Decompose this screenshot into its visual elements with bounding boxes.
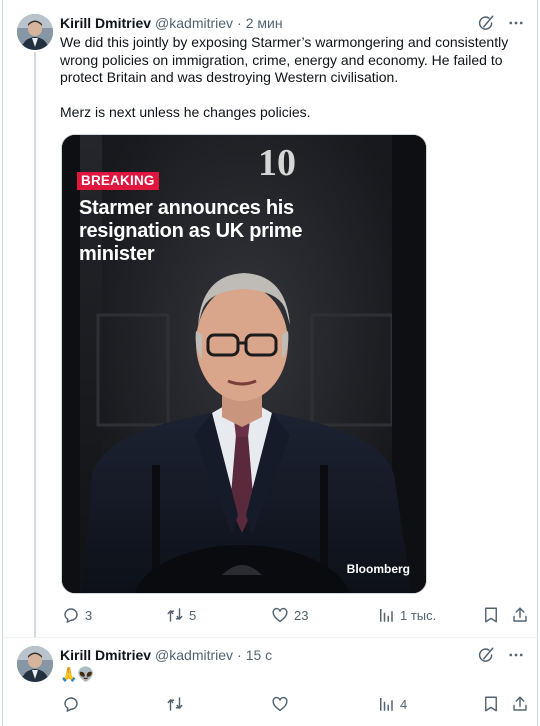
- source-brand: Bloomberg: [346, 562, 410, 576]
- more-icon[interactable]: [507, 646, 525, 664]
- tweet-image[interactable]: 10 BREAKING Starmer announces his resign…: [61, 134, 427, 594]
- timestamp[interactable]: 15 с: [246, 647, 272, 663]
- tweet-paragraph: Merz is next unless he changes policies.: [60, 103, 311, 120]
- like-button[interactable]: [271, 694, 294, 714]
- breaking-badge: BREAKING: [77, 172, 159, 190]
- share-button[interactable]: [511, 605, 529, 625]
- share-icon: [511, 606, 529, 624]
- bookmark-button[interactable]: [482, 694, 500, 714]
- tweet[interactable]: Kirill Dmitriev @kadmitriev · 2 мин We d…: [3, 0, 537, 637]
- views-count: 1 тыс.: [400, 607, 437, 623]
- views-count: 4: [400, 696, 408, 712]
- repost-count: 5: [189, 607, 197, 623]
- tweet-paragraph: We did this jointly by exposing Starmer’…: [60, 34, 509, 85]
- tweet-actions: 3 5 23 1 тыс.: [60, 605, 528, 625]
- thread-line: [34, 52, 36, 637]
- bookmark-button[interactable]: [482, 605, 500, 625]
- avatar[interactable]: [17, 14, 53, 50]
- reply-button[interactable]: [62, 694, 85, 714]
- tweet-header: Kirill Dmitriev @kadmitriev · 2 мин: [60, 14, 525, 32]
- tweet[interactable]: Kirill Dmitriev @kadmitriev · 15 с 🙏👽 4: [3, 638, 537, 726]
- tweet-text: We did this jointly by exposing Starmer’…: [60, 34, 520, 121]
- separator: ·: [237, 647, 242, 663]
- door-number: 10: [258, 142, 296, 184]
- author-name[interactable]: Kirill Dmitriev: [60, 647, 151, 663]
- reply-icon: [62, 606, 80, 624]
- grok-icon[interactable]: [477, 646, 495, 664]
- author-name[interactable]: Kirill Dmitriev: [60, 15, 151, 31]
- right-border: [537, 0, 538, 726]
- reply-count: 3: [85, 607, 93, 623]
- views-icon: [377, 695, 395, 713]
- views-button[interactable]: 1 тыс.: [377, 605, 436, 625]
- tweet-header: Kirill Dmitriev @kadmitriev · 15 с: [60, 646, 525, 664]
- author-handle[interactable]: @kadmitriev: [155, 647, 233, 663]
- bookmark-icon: [482, 606, 500, 624]
- reply-button[interactable]: 3: [62, 605, 92, 625]
- tweet-actions: 4: [60, 694, 528, 714]
- repost-button[interactable]: [166, 694, 189, 714]
- share-button[interactable]: [511, 694, 529, 714]
- author-handle[interactable]: @kadmitriev: [155, 15, 233, 31]
- grok-icon[interactable]: [477, 14, 495, 32]
- reply-icon: [62, 695, 80, 713]
- repost-icon: [166, 695, 184, 713]
- separator: ·: [237, 15, 242, 31]
- bookmark-icon: [482, 695, 500, 713]
- heart-icon: [271, 695, 289, 713]
- views-button[interactable]: 4: [377, 694, 407, 714]
- like-count: 23: [294, 607, 309, 623]
- image-headline: Starmer announces his resignation as UK …: [79, 197, 303, 265]
- repost-icon: [166, 606, 184, 624]
- share-icon: [511, 695, 529, 713]
- avatar[interactable]: [17, 646, 53, 682]
- heart-icon: [271, 606, 289, 624]
- views-icon: [377, 606, 395, 624]
- repost-button[interactable]: 5: [166, 605, 196, 625]
- timestamp[interactable]: 2 мин: [246, 15, 283, 31]
- tweet-text: 🙏👽: [60, 666, 95, 682]
- more-icon[interactable]: [507, 14, 525, 32]
- like-button[interactable]: 23: [271, 605, 308, 625]
